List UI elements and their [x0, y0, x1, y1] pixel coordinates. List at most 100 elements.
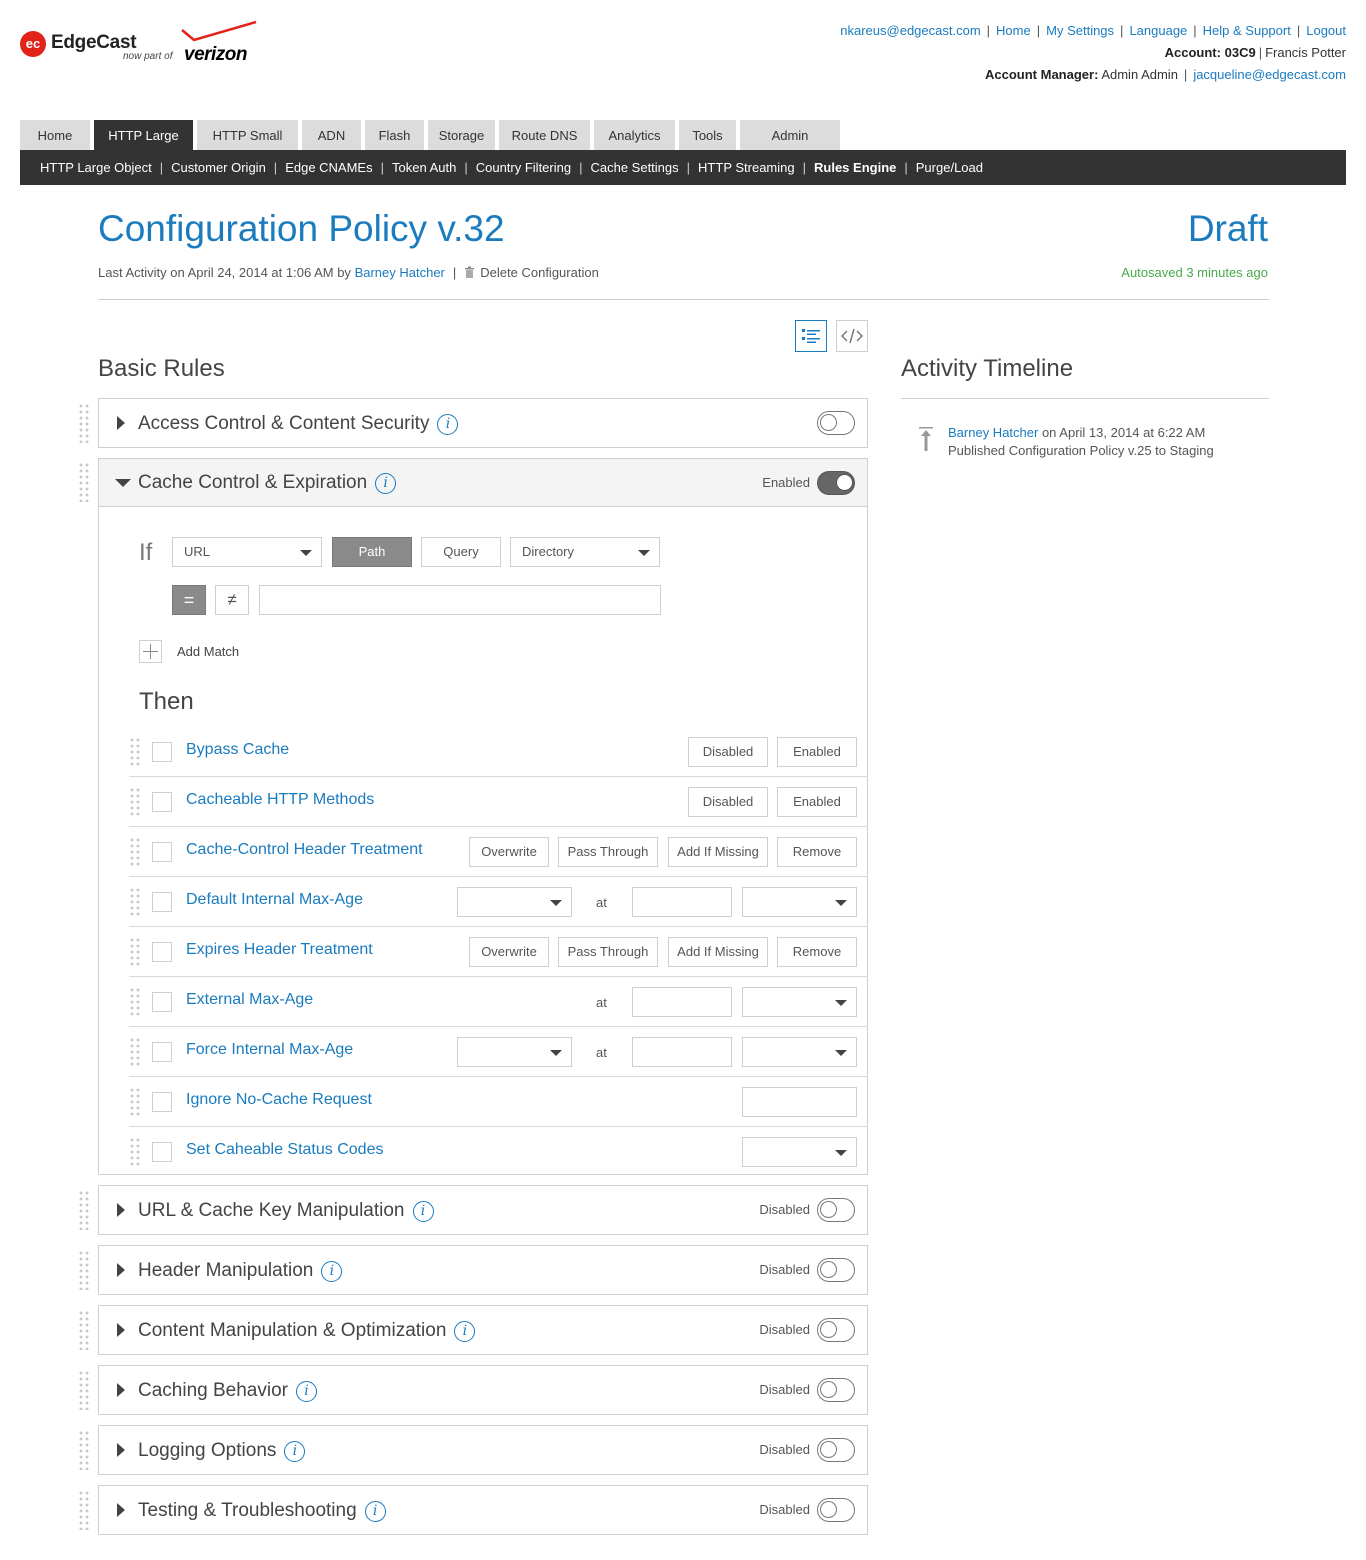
- overwrite-button[interactable]: Overwrite: [469, 937, 549, 967]
- feature-checkbox[interactable]: [152, 942, 172, 962]
- drag-handle[interactable]: [78, 1190, 90, 1230]
- subnav-http-large-object[interactable]: HTTP Large Object: [40, 160, 152, 175]
- status-code-select[interactable]: [457, 887, 572, 917]
- drag-handle[interactable]: [78, 403, 90, 443]
- help-support-link[interactable]: Help & Support: [1203, 23, 1291, 38]
- language-link[interactable]: Language: [1129, 23, 1187, 38]
- tab-route-dns[interactable]: Route DNS: [499, 120, 590, 150]
- expand-caret-icon[interactable]: [117, 1383, 125, 1397]
- info-icon[interactable]: i: [284, 1441, 306, 1462]
- match-field-select[interactable]: URL: [172, 537, 322, 567]
- time-unit-select[interactable]: [742, 987, 857, 1017]
- pass-through-button[interactable]: Pass Through: [558, 837, 658, 867]
- feature-name[interactable]: Expires Header Treatment: [186, 941, 373, 959]
- list-view-button[interactable]: [795, 320, 827, 352]
- rule-panel-testing-troubleshooting[interactable]: Testing & Troubleshooting i Disabled: [98, 1485, 868, 1535]
- subnav-country-filtering[interactable]: Country Filtering: [476, 160, 571, 175]
- subnav-customer-origin[interactable]: Customer Origin: [171, 160, 266, 175]
- drag-handle[interactable]: [129, 987, 141, 1017]
- expand-caret-icon[interactable]: [117, 1203, 125, 1217]
- feature-checkbox[interactable]: [152, 992, 172, 1012]
- enable-toggle[interactable]: [817, 1258, 855, 1282]
- feature-name[interactable]: Force Internal Max-Age: [186, 1041, 353, 1059]
- query-button[interactable]: Query: [421, 537, 501, 567]
- drag-handle[interactable]: [129, 1037, 141, 1067]
- activity-user-link[interactable]: Barney Hatcher: [948, 425, 1038, 440]
- expand-caret-icon[interactable]: [117, 1263, 125, 1277]
- expand-caret-icon[interactable]: [117, 416, 125, 430]
- feature-name[interactable]: Set Caheable Status Codes: [186, 1141, 383, 1159]
- rule-panel-header-manipulation[interactable]: Header Manipulation i Disabled: [98, 1245, 868, 1295]
- remove-button[interactable]: Remove: [777, 837, 857, 867]
- tab-tools[interactable]: Tools: [679, 120, 736, 150]
- subnav-rules-engine[interactable]: Rules Engine: [814, 160, 896, 175]
- add-if-missing-button[interactable]: Add If Missing: [668, 837, 768, 867]
- feature-checkbox[interactable]: [152, 1092, 172, 1112]
- enable-toggle[interactable]: [817, 471, 855, 495]
- disabled-button[interactable]: Disabled: [688, 737, 768, 767]
- info-icon[interactable]: i: [364, 1501, 386, 1522]
- feature-name[interactable]: Default Internal Max-Age: [186, 891, 363, 909]
- drag-handle[interactable]: [78, 462, 90, 502]
- drag-handle[interactable]: [129, 937, 141, 967]
- subnav-http-streaming[interactable]: HTTP Streaming: [698, 160, 795, 175]
- edgecast-logo[interactable]: ec EdgeCast now part of verizon: [20, 20, 270, 70]
- manager-email-link[interactable]: jacqueline@edgecast.com: [1193, 67, 1346, 82]
- info-icon[interactable]: i: [375, 473, 397, 494]
- feature-name[interactable]: External Max-Age: [186, 991, 313, 1009]
- enable-toggle[interactable]: [817, 1378, 855, 1402]
- my-settings-link[interactable]: My Settings: [1046, 23, 1114, 38]
- tab-storage[interactable]: Storage: [428, 120, 495, 150]
- home-link[interactable]: Home: [996, 23, 1031, 38]
- not-equals-button[interactable]: ≠: [215, 585, 249, 615]
- time-unit-select[interactable]: [742, 887, 857, 917]
- panel-header[interactable]: Cache Control & Expiration i Enabled: [99, 459, 867, 507]
- info-icon[interactable]: i: [321, 1261, 343, 1282]
- info-icon[interactable]: i: [295, 1381, 317, 1402]
- overwrite-button[interactable]: Overwrite: [469, 837, 549, 867]
- feature-checkbox[interactable]: [152, 1142, 172, 1162]
- max-age-input[interactable]: [632, 987, 732, 1017]
- expand-caret-icon[interactable]: [117, 1323, 125, 1337]
- scope-select[interactable]: Directory: [510, 537, 660, 567]
- feature-checkbox[interactable]: [152, 1042, 172, 1062]
- rule-panel-content-manipulation[interactable]: Content Manipulation & Optimization i Dis…: [98, 1305, 868, 1355]
- tab-analytics[interactable]: Analytics: [594, 120, 675, 150]
- feature-checkbox[interactable]: [152, 892, 172, 912]
- last-activity-user-link[interactable]: Barney Hatcher: [355, 265, 445, 280]
- feature-name[interactable]: Bypass Cache: [186, 741, 289, 759]
- drag-handle[interactable]: [129, 1137, 141, 1167]
- drag-handle[interactable]: [78, 1310, 90, 1350]
- status-codes-select[interactable]: [742, 1137, 857, 1167]
- feature-checkbox[interactable]: [152, 792, 172, 812]
- subnav-edge-cnames[interactable]: Edge CNAMEs: [285, 160, 372, 175]
- add-if-missing-button[interactable]: Add If Missing: [668, 937, 768, 967]
- add-match-link[interactable]: Add Match: [177, 644, 239, 659]
- expand-caret-icon[interactable]: [117, 1503, 125, 1517]
- code-view-button[interactable]: [836, 320, 868, 352]
- pass-through-button[interactable]: Pass Through: [558, 937, 658, 967]
- tab-admin[interactable]: Admin: [740, 120, 840, 150]
- subnav-purge-load[interactable]: Purge/Load: [916, 160, 983, 175]
- drag-handle[interactable]: [129, 1087, 141, 1117]
- tab-http-small[interactable]: HTTP Small: [197, 120, 298, 150]
- enabled-button[interactable]: Enabled: [777, 787, 857, 817]
- info-icon[interactable]: i: [454, 1321, 476, 1342]
- rule-panel-url-cache-key[interactable]: URL & Cache Key Manipulation i Disabled: [98, 1185, 868, 1235]
- drag-handle[interactable]: [129, 887, 141, 917]
- delete-configuration-button[interactable]: Delete Configuration: [464, 265, 599, 280]
- enable-toggle[interactable]: [817, 1198, 855, 1222]
- drag-handle[interactable]: [129, 787, 141, 817]
- feature-name[interactable]: Cache-Control Header Treatment: [186, 841, 423, 859]
- feature-checkbox[interactable]: [152, 742, 172, 762]
- add-match-icon[interactable]: [139, 640, 162, 663]
- subnav-token-auth[interactable]: Token Auth: [392, 160, 456, 175]
- tab-flash[interactable]: Flash: [365, 120, 424, 150]
- tab-http-large[interactable]: HTTP Large: [94, 120, 193, 150]
- remove-button[interactable]: Remove: [777, 937, 857, 967]
- logout-link[interactable]: Logout: [1306, 23, 1346, 38]
- enabled-button[interactable]: Enabled: [777, 737, 857, 767]
- disabled-button[interactable]: Disabled: [688, 787, 768, 817]
- rule-panel-access-control[interactable]: Access Control & Content Security i: [98, 398, 868, 448]
- collapse-caret-icon[interactable]: [115, 479, 131, 487]
